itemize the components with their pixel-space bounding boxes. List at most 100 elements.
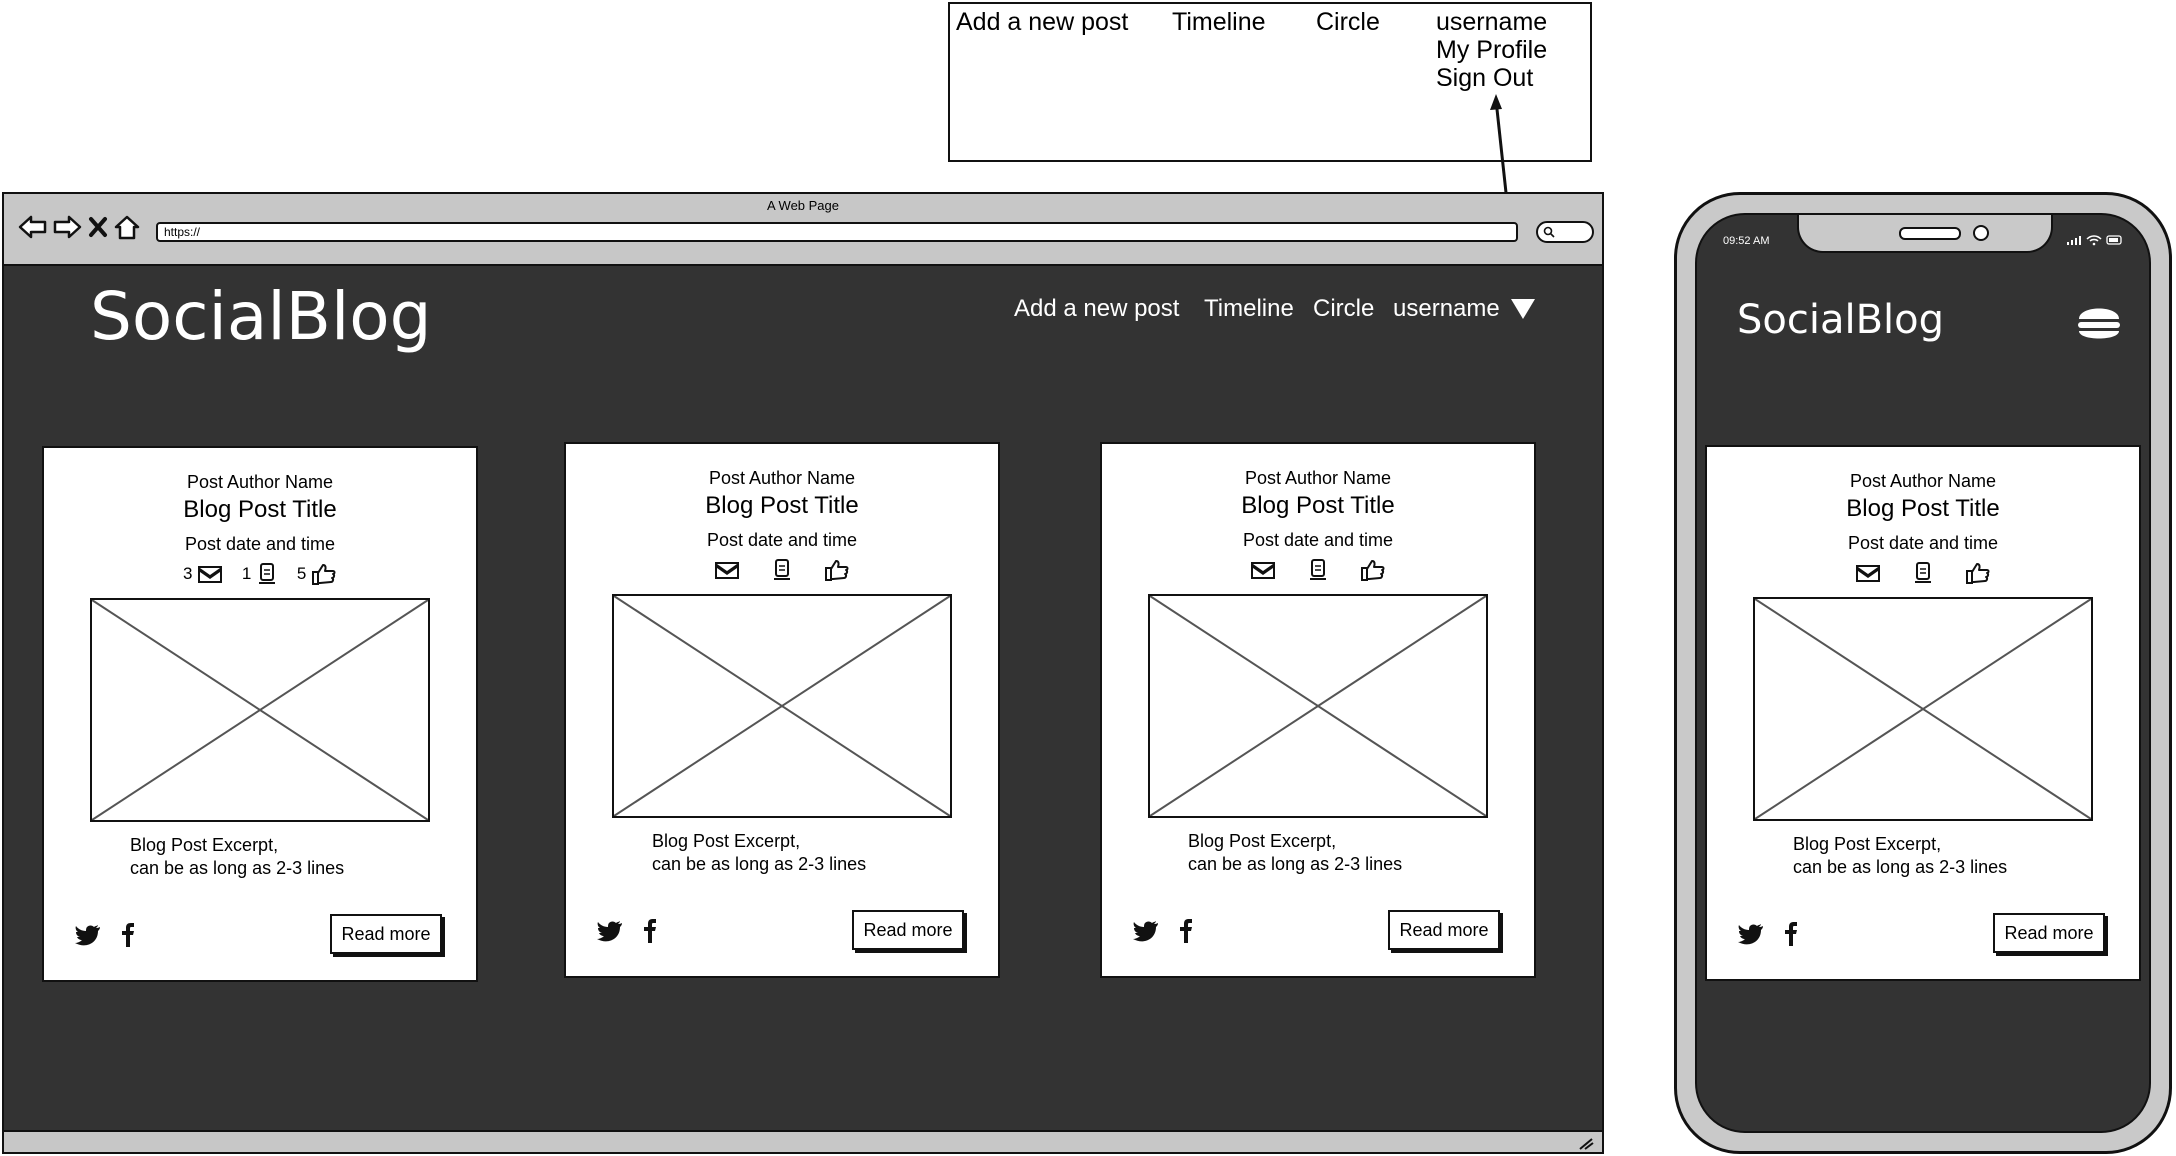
excerpt-line: Blog Post Excerpt, <box>1188 831 1337 851</box>
nav-add-post[interactable]: Add a new post <box>1014 295 1179 323</box>
image-placeholder <box>1148 594 1488 818</box>
phone-frame: 09:52 AM SocialBlog Post Author Name Blo… <box>1674 192 2172 1154</box>
share-icons <box>596 918 672 944</box>
post-excerpt: Blog Post Excerpt, can be as long as 2-3… <box>1188 830 1402 876</box>
excerpt-line: can be as long as 2-3 lines <box>1188 854 1403 874</box>
browser-window: A Web Page https:// SocialBlog Add a new… <box>2 192 1604 1154</box>
thumbs-up-icon[interactable] <box>311 562 337 586</box>
browser-nav-icons <box>18 214 141 240</box>
site-logo[interactable]: SocialBlog <box>1737 297 1944 343</box>
twitter-icon[interactable] <box>1737 922 1765 946</box>
post-author[interactable]: Post Author Name <box>566 468 998 489</box>
image-placeholder <box>1753 597 2093 821</box>
dropdown-item-username[interactable]: username <box>1436 8 1547 37</box>
share-icons <box>74 922 150 948</box>
post-excerpt: Blog Post Excerpt, can be as long as 2-3… <box>1793 833 2007 879</box>
post-card: Post Author Name Blog Post Title Post da… <box>564 442 1000 978</box>
share-icons <box>1132 918 1208 944</box>
nav-circle[interactable]: Circle <box>1313 295 1374 323</box>
thumbs-up-icon[interactable] <box>824 558 850 582</box>
dropdown-triangle-icon[interactable] <box>1510 298 1536 320</box>
hamburger-menu-icon[interactable] <box>2075 301 2123 347</box>
stop-icon[interactable] <box>87 214 109 240</box>
bookmark-icon[interactable] <box>1912 561 1934 585</box>
facebook-icon[interactable] <box>1783 921 1799 947</box>
read-more-button[interactable]: Read more <box>330 914 442 954</box>
post-author[interactable]: Post Author Name <box>44 472 476 493</box>
post-title[interactable]: Blog Post Title <box>566 492 998 520</box>
search-icon <box>1543 226 1555 238</box>
post-date: Post date and time <box>706 530 858 550</box>
resize-grip-icon[interactable] <box>1576 1136 1594 1150</box>
post-date: Post date and time <box>1242 530 1394 550</box>
nav-username[interactable]: username <box>1393 295 1500 323</box>
forward-arrow-icon[interactable] <box>52 214 82 240</box>
post-date: Post date and time <box>1847 533 1999 553</box>
status-time: 09:52 AM <box>1723 235 1770 247</box>
dropdown-item-sign-out[interactable]: Sign Out <box>1436 64 1533 93</box>
facebook-icon[interactable] <box>642 918 658 944</box>
comment-count: 3 <box>182 564 193 583</box>
excerpt-line: Blog Post Excerpt, <box>130 835 279 855</box>
post-title[interactable]: Blog Post Title <box>1707 495 2139 523</box>
read-more-button[interactable]: Read more <box>852 910 964 950</box>
window-title: A Web Page <box>766 198 840 213</box>
post-card: Post Author Name Blog Post Title Post da… <box>1100 442 1536 978</box>
twitter-icon[interactable] <box>596 919 624 943</box>
post-title[interactable]: Blog Post Title <box>44 496 476 524</box>
excerpt-line: Blog Post Excerpt, <box>1793 834 1942 854</box>
excerpt-line: can be as long as 2-3 lines <box>130 858 345 878</box>
comment-icon[interactable] <box>1855 562 1881 584</box>
facebook-icon[interactable] <box>1178 918 1194 944</box>
thumbs-up-icon[interactable] <box>1360 558 1386 582</box>
home-icon[interactable] <box>113 214 141 240</box>
phone-notch <box>1797 215 2053 253</box>
comment-icon[interactable] <box>714 559 740 581</box>
back-arrow-icon[interactable] <box>18 214 48 240</box>
post-excerpt: Blog Post Excerpt, can be as long as 2-3… <box>130 834 344 880</box>
twitter-icon[interactable] <box>74 923 102 947</box>
like-count: 5 <box>296 564 307 583</box>
browser-chrome: A Web Page https:// <box>4 194 1602 266</box>
bookmark-icon[interactable] <box>771 558 793 582</box>
post-stats <box>1707 561 2139 585</box>
bookmark-icon[interactable] <box>1307 558 1329 582</box>
read-more-button[interactable]: Read more <box>1388 910 1500 950</box>
dropdown-item-circle[interactable]: Circle <box>1316 8 1380 37</box>
post-author[interactable]: Post Author Name <box>1102 468 1534 489</box>
search-field[interactable] <box>1536 221 1594 243</box>
excerpt-line: can be as long as 2-3 lines <box>652 854 867 874</box>
phone-screen: 09:52 AM SocialBlog Post Author Name Blo… <box>1695 213 2151 1133</box>
bookmark-icon[interactable] <box>256 562 278 586</box>
placeholder-cross <box>1754 598 2092 820</box>
phone-camera <box>1973 225 1989 241</box>
site-logo[interactable]: SocialBlog <box>90 278 432 355</box>
url-bar[interactable]: https:// <box>156 222 1518 242</box>
post-stats: 3 1 5 <box>44 562 476 586</box>
share-icons <box>1737 921 1813 947</box>
dropdown-item-add-post[interactable]: Add a new post <box>956 8 1128 37</box>
placeholder-cross <box>91 599 429 821</box>
bookmark-count: 1 <box>241 564 252 583</box>
post-title[interactable]: Blog Post Title <box>1102 492 1534 520</box>
post-card: Post Author Name Blog Post Title Post da… <box>42 446 478 982</box>
post-excerpt: Blog Post Excerpt, can be as long as 2-3… <box>652 830 866 876</box>
dropdown-item-timeline[interactable]: Timeline <box>1172 8 1266 37</box>
phone-speaker <box>1899 227 1961 240</box>
nav-timeline[interactable]: Timeline <box>1204 295 1294 323</box>
image-placeholder <box>612 594 952 818</box>
comment-icon[interactable] <box>1250 559 1276 581</box>
read-more-button[interactable]: Read more <box>1993 913 2105 953</box>
dropdown-item-my-profile[interactable]: My Profile <box>1436 36 1547 65</box>
thumbs-up-icon[interactable] <box>1965 561 1991 585</box>
excerpt-line: Blog Post Excerpt, <box>652 831 801 851</box>
post-date: Post date and time <box>184 534 336 554</box>
comment-icon[interactable] <box>197 563 223 585</box>
twitter-icon[interactable] <box>1132 919 1160 943</box>
image-placeholder <box>90 598 430 822</box>
placeholder-cross <box>1149 595 1487 817</box>
post-author[interactable]: Post Author Name <box>1707 471 2139 492</box>
facebook-icon[interactable] <box>120 922 136 948</box>
post-card: Post Author Name Blog Post Title Post da… <box>1705 445 2141 981</box>
placeholder-cross <box>613 595 951 817</box>
